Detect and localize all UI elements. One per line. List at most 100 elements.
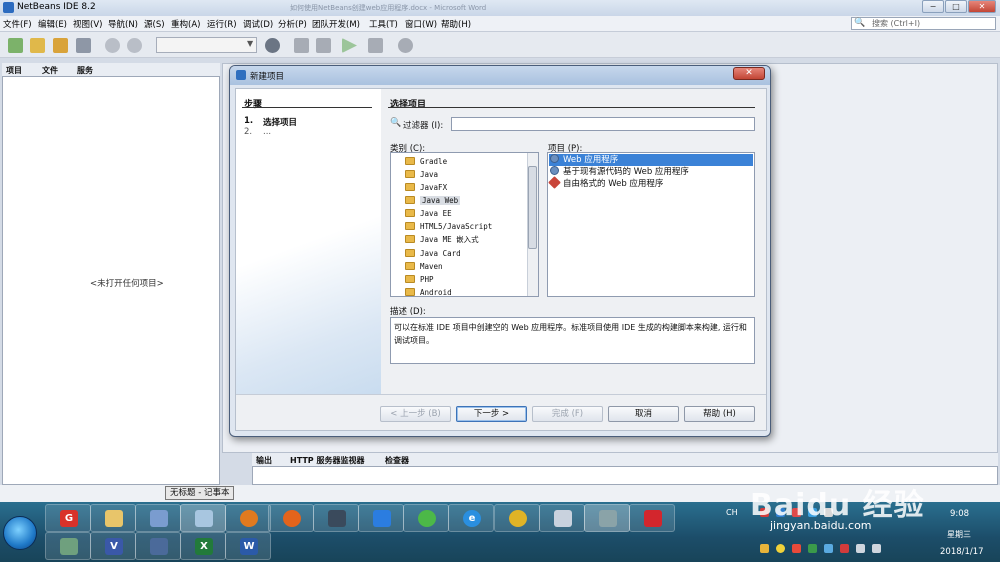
steps-divider <box>242 107 372 108</box>
open-project-icon[interactable] <box>53 38 68 53</box>
build-hammer-icon[interactable] <box>294 38 309 53</box>
finish-button[interactable]: 完成 (F) <box>532 406 603 422</box>
maximize-button[interactable]: □ <box>945 0 967 13</box>
taskbar-app[interactable] <box>268 504 314 532</box>
back-button[interactable]: < 上一步 (B) <box>380 406 451 422</box>
tray-icon[interactable] <box>792 544 801 553</box>
tray-icon[interactable] <box>760 544 769 553</box>
new-file-icon[interactable] <box>8 38 23 53</box>
taskbar-app[interactable]: W <box>225 532 271 560</box>
netbeans-dialog-icon <box>236 70 246 80</box>
calculator-icon <box>554 510 572 527</box>
folder-icon <box>405 157 415 165</box>
category-item[interactable]: Java Card <box>405 247 525 260</box>
tab-output[interactable]: 输出 <box>256 455 272 466</box>
tab-projects[interactable]: 项目 <box>6 65 22 76</box>
input-method-indicator[interactable]: CH <box>726 508 738 517</box>
category-item-selected[interactable]: Java Web <box>405 194 525 207</box>
profile-icon[interactable] <box>398 38 413 53</box>
scrollbar-thumb[interactable] <box>528 166 537 249</box>
volume-icon[interactable] <box>872 544 881 553</box>
notepad-icon <box>195 510 213 527</box>
menu-navigate[interactable]: 导航(N) <box>108 18 138 30</box>
taskbar-app[interactable]: e <box>448 504 494 532</box>
baidu-watermark-url: jingyan.baidu.com <box>770 519 872 532</box>
taskbar-app[interactable]: X <box>180 532 226 560</box>
menu-edit[interactable]: 编辑(E) <box>38 18 67 30</box>
debug-icon[interactable] <box>368 38 383 53</box>
menu-help[interactable]: 帮助(H) <box>441 18 471 30</box>
taskbar-app[interactable] <box>135 532 181 560</box>
tab-inspector[interactable]: 检查器 <box>385 455 409 466</box>
cancel-button[interactable]: 取消 <box>608 406 679 422</box>
taskbar-app[interactable] <box>358 504 404 532</box>
menu-run[interactable]: 运行(R) <box>207 18 237 30</box>
filter-input[interactable] <box>451 117 755 131</box>
help-button[interactable]: 帮助 (H) <box>684 406 755 422</box>
taskbar-app[interactable] <box>135 504 181 532</box>
category-item[interactable]: Android <box>405 286 525 296</box>
project-item[interactable]: 自由格式的 Web 应用程序 <box>548 176 753 190</box>
menu-source[interactable]: 源(S) <box>144 18 165 30</box>
taskbar-app-netbeans[interactable] <box>584 504 630 532</box>
category-item[interactable]: PHP <box>405 273 525 286</box>
start-button[interactable] <box>3 516 37 550</box>
dialog-title: 新建项目 <box>250 72 285 82</box>
taskbar-app[interactable] <box>313 504 359 532</box>
project-item-selected[interactable]: Web 应用程序 <box>549 154 753 166</box>
button-divider <box>236 394 766 395</box>
menu-refactor[interactable]: 重构(A) <box>171 18 200 30</box>
taskbar-app[interactable] <box>494 504 540 532</box>
taskbar-app[interactable] <box>225 504 271 532</box>
configuration-select[interactable] <box>156 37 257 53</box>
pen-icon <box>373 510 391 527</box>
tab-http-monitor[interactable]: HTTP 服务器监视器 <box>290 455 364 466</box>
dialog-close-button[interactable]: ✕ <box>733 67 765 80</box>
next-button[interactable]: 下一步 > <box>456 406 527 422</box>
clock-weekday[interactable]: 星期三 <box>947 529 971 540</box>
tab-files[interactable]: 文件 <box>42 65 58 76</box>
taskbar-app[interactable]: G <box>45 504 91 532</box>
new-project-icon[interactable] <box>30 38 45 53</box>
taskbar-app[interactable] <box>539 504 585 532</box>
folder-icon <box>105 510 123 527</box>
project-item[interactable]: 基于现有源代码的 Web 应用程序 <box>549 166 753 178</box>
category-item[interactable]: Maven <box>405 260 525 273</box>
category-item[interactable]: Java EE <box>405 207 525 220</box>
tray-icon[interactable] <box>808 544 817 553</box>
network-icon[interactable] <box>856 544 865 553</box>
taskbar-tooltip: 无标题 - 记事本 <box>165 486 235 500</box>
save-all-icon[interactable] <box>76 38 91 53</box>
taskbar-app-notepad[interactable] <box>180 504 226 532</box>
tab-services[interactable]: 服务 <box>77 65 93 76</box>
menu-tools[interactable]: 工具(T) <box>369 18 398 30</box>
taskbar-app[interactable] <box>45 532 91 560</box>
qq-icon[interactable] <box>776 544 785 553</box>
undo-icon[interactable] <box>105 38 120 53</box>
menu-window[interactable]: 窗口(W) <box>405 18 437 30</box>
taskbar-app[interactable] <box>90 504 136 532</box>
flag-icon[interactable] <box>840 544 849 553</box>
menu-file[interactable]: 文件(F) <box>3 18 32 30</box>
clock-time[interactable]: 9:08 <box>950 509 969 519</box>
menu-profile[interactable]: 分析(P) <box>278 18 307 30</box>
clock-date[interactable]: 2018/1/17 <box>940 547 984 557</box>
category-item[interactable]: Java ME 嵌入式 <box>405 233 525 246</box>
minimize-button[interactable]: − <box>922 0 944 13</box>
taskbar-app[interactable] <box>629 504 675 532</box>
category-item[interactable]: Gradle <box>405 155 525 168</box>
redo-icon[interactable] <box>127 38 142 53</box>
taskbar-app[interactable] <box>403 504 449 532</box>
category-item[interactable]: HTML5/JavaScript <box>405 220 525 233</box>
menu-view[interactable]: 视图(V) <box>73 18 102 30</box>
toolbar <box>0 32 1000 58</box>
close-window-button[interactable]: ✕ <box>968 0 996 13</box>
category-item[interactable]: JavaFX <box>405 181 525 194</box>
globe-icon[interactable] <box>265 38 280 53</box>
taskbar-app[interactable]: V <box>90 532 136 560</box>
clean-build-icon[interactable] <box>316 38 331 53</box>
category-item[interactable]: Java <box>405 168 525 181</box>
menu-debug[interactable]: 调试(D) <box>243 18 273 30</box>
menu-team[interactable]: 团队开发(M) <box>312 18 360 30</box>
tray-icon[interactable] <box>824 544 833 553</box>
